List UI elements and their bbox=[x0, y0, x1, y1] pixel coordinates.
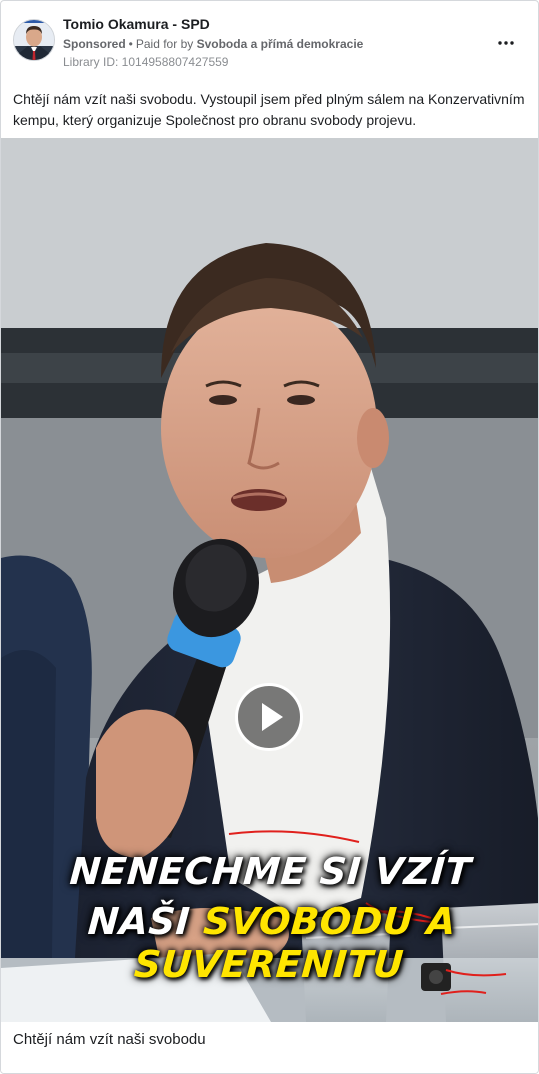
post-meta: Tomio Okamura - SPD Sponsored • Paid for b… bbox=[63, 15, 486, 71]
sponsored-label: Sponsored bbox=[63, 37, 126, 51]
paid-for-prefix: Paid for by bbox=[135, 37, 194, 51]
ad-footer[interactable]: Chtějí nám vzít naši svobodu bbox=[1, 1022, 538, 1073]
video-overlay-line-1: NENECHME SI VZÍT bbox=[68, 850, 473, 893]
paid-for-by-link[interactable]: Svoboda a přímá demokracie bbox=[197, 37, 364, 51]
avatar-image bbox=[14, 20, 54, 60]
sponsored-line: Sponsored • Paid for by Svoboda a přímá de… bbox=[63, 35, 486, 53]
avatar[interactable] bbox=[13, 19, 55, 61]
more-options-button[interactable] bbox=[494, 31, 518, 55]
post-caption: Chtějí nám vzít naši svobodu. Vystoupil … bbox=[13, 91, 525, 128]
ad-headline: Chtějí nám vzít naši svobodu bbox=[13, 1031, 206, 1048]
library-id: Library ID: 1014958807427559 bbox=[63, 55, 229, 69]
separator-dot: • bbox=[128, 37, 133, 51]
play-icon bbox=[262, 703, 283, 731]
more-horizontal-icon bbox=[498, 41, 514, 45]
author-name[interactable]: Tomio Okamura - SPD bbox=[63, 15, 486, 33]
play-button[interactable] bbox=[235, 683, 303, 751]
post-header: Tomio Okamura - SPD Sponsored • Paid for b… bbox=[13, 13, 526, 73]
video-player[interactable]: NENECHME SI VZÍT NAŠI SVOBODU A SUVERENI… bbox=[1, 138, 538, 1022]
overlay-white-text: NAŠI bbox=[86, 900, 205, 943]
ad-card: Tomio Okamura - SPD Sponsored • Paid for b… bbox=[0, 0, 539, 1074]
video-overlay-line-2: NAŠI SVOBODU A SUVERENITU bbox=[1, 900, 538, 986]
